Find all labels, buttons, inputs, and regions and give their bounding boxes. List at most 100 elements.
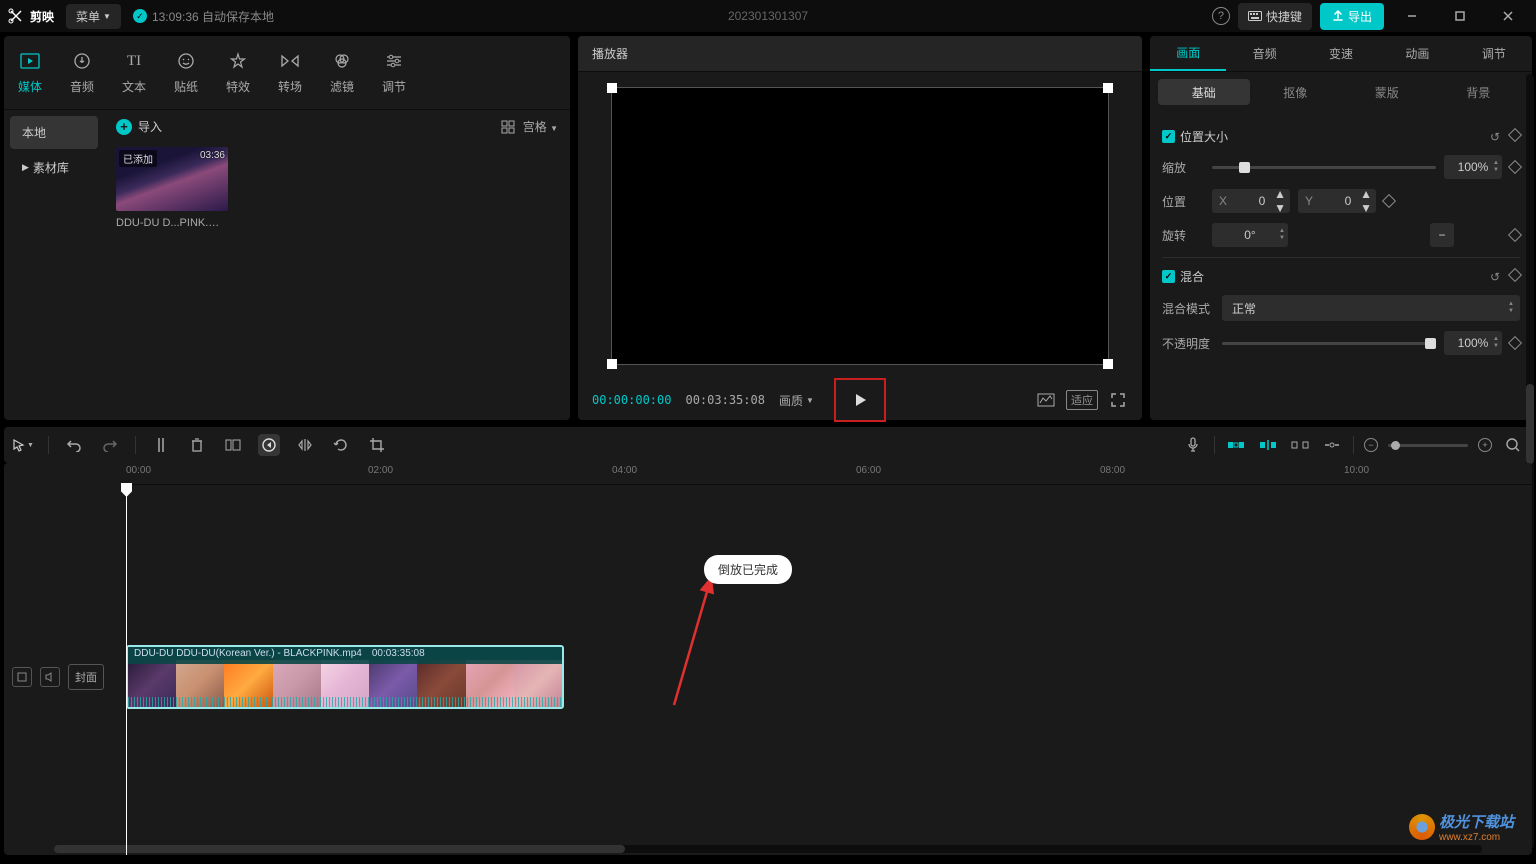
media-sidebar: 本地 ▶素材库: [4, 110, 104, 420]
sidebar-item-local[interactable]: 本地: [10, 116, 98, 149]
clip-name: DDU-DU DDU-DU(Korean Ver.) - BLACKPINK.m…: [134, 648, 362, 663]
zoom-fit-button[interactable]: [1502, 434, 1524, 456]
tab-transition[interactable]: 转场: [264, 36, 316, 109]
timeline-ruler[interactable]: 00:00 02:00 04:00 06:00 08:00 10:00: [124, 463, 1532, 485]
tab-adjust[interactable]: 调节: [368, 36, 420, 109]
minimize-button[interactable]: [1392, 2, 1432, 30]
flip-button[interactable]: −: [1430, 223, 1454, 247]
media-panel: 媒体 音频 TI文本 贴纸 特效 转场 滤镜 调节 本地 ▶素材库 + 导入: [4, 36, 570, 420]
mic-icon[interactable]: [1182, 434, 1204, 456]
tab-filter[interactable]: 滤镜: [316, 36, 368, 109]
tab-sticker[interactable]: 贴纸: [160, 36, 212, 109]
blend-mode-select[interactable]: 正常▲▼: [1222, 295, 1520, 321]
tab-picture[interactable]: 画面: [1150, 36, 1226, 71]
zoom-in-button[interactable]: +: [1478, 438, 1492, 452]
plus-icon: +: [116, 119, 132, 135]
subtab-mask[interactable]: 蒙版: [1341, 79, 1433, 105]
upload-icon: [1332, 10, 1344, 22]
pos-x-input[interactable]: X0▲▼: [1212, 189, 1290, 213]
resize-handle[interactable]: [1103, 83, 1113, 93]
media-clip-item[interactable]: 已添加 03:36 DDU-DU D...PINK.mp4: [116, 147, 228, 229]
zoom-slider[interactable]: [1388, 444, 1468, 447]
properties-panel: 画面 音频 变速 动画 调节 基础 抠像 蒙版 背景 ✓位置大小 ↺ 缩放 10…: [1150, 36, 1532, 420]
magnet-link-icon[interactable]: [1257, 434, 1279, 456]
playhead[interactable]: [126, 485, 127, 855]
track-mute-icon[interactable]: [40, 667, 60, 687]
rotate-tool[interactable]: [330, 434, 352, 456]
project-title: 202301301307: [728, 9, 808, 23]
timeline-clip[interactable]: DDU-DU DDU-DU(Korean Ver.) - BLACKPINK.m…: [126, 645, 564, 709]
keyframe-icon[interactable]: [1508, 267, 1522, 281]
keyframe-icon[interactable]: [1382, 194, 1396, 208]
title-bar: 剪映 菜单▼ ✓ 13:09:36 自动保存本地 202301301307 ? …: [0, 0, 1536, 32]
tab-audio[interactable]: 音频: [56, 36, 108, 109]
rotation-input[interactable]: 0°▲▼: [1212, 223, 1288, 247]
scale-slider[interactable]: [1212, 166, 1436, 169]
tab-text[interactable]: TI文本: [108, 36, 160, 109]
export-button[interactable]: 导出: [1320, 3, 1384, 30]
tab-speed[interactable]: 变速: [1303, 36, 1379, 71]
scale-input[interactable]: 100%▲▼: [1444, 155, 1502, 179]
pos-y-input[interactable]: Y0▲▼: [1298, 189, 1376, 213]
resize-handle[interactable]: [607, 359, 617, 369]
subtab-bg[interactable]: 背景: [1433, 79, 1525, 105]
horizontal-scrollbar[interactable]: [54, 845, 1482, 853]
ratio-select[interactable]: 适应: [1066, 390, 1098, 410]
subtab-cutout[interactable]: 抠像: [1250, 79, 1342, 105]
fullscreen-icon[interactable]: [1108, 390, 1128, 410]
clip-waveform: [128, 697, 562, 707]
watermark-logo-icon: [1409, 814, 1435, 840]
grid-view-icon[interactable]: [501, 120, 515, 134]
maximize-button[interactable]: [1440, 2, 1480, 30]
magnet-main-icon[interactable]: [1225, 434, 1247, 456]
keyframe-icon[interactable]: [1508, 336, 1522, 350]
sidebar-item-library[interactable]: ▶素材库: [10, 151, 98, 184]
tab-media[interactable]: 媒体: [4, 36, 56, 109]
close-button[interactable]: [1488, 2, 1528, 30]
cover-button[interactable]: 封面: [68, 664, 104, 690]
undo-button[interactable]: [63, 434, 85, 456]
delete-tool[interactable]: [186, 434, 208, 456]
canvas-frame[interactable]: [611, 87, 1109, 365]
split-tool[interactable]: [150, 434, 172, 456]
opacity-slider[interactable]: [1222, 342, 1436, 345]
compare-icon[interactable]: [1036, 390, 1056, 410]
reverse-tool[interactable]: [258, 434, 280, 456]
zoom-out-button[interactable]: −: [1364, 438, 1378, 452]
sort-select[interactable]: 宫格 ▼: [523, 118, 558, 135]
resize-handle[interactable]: [607, 83, 617, 93]
mirror-tool[interactable]: [294, 434, 316, 456]
select-tool[interactable]: ▼: [12, 434, 34, 456]
track-lock-icon[interactable]: [12, 667, 32, 687]
tab-effect[interactable]: 特效: [212, 36, 264, 109]
shortcut-button[interactable]: 快捷键: [1238, 3, 1312, 30]
preview-cut-icon[interactable]: [1321, 434, 1343, 456]
check-icon: ✓: [133, 9, 147, 23]
player-viewport[interactable]: [578, 72, 1142, 380]
text-icon: TI: [127, 50, 141, 72]
reset-icon[interactable]: ↺: [1490, 130, 1500, 144]
keyframe-icon[interactable]: [1508, 127, 1522, 141]
magnet-alt-icon[interactable]: [1289, 434, 1311, 456]
subtab-basic[interactable]: 基础: [1158, 79, 1250, 105]
check-icon[interactable]: ✓: [1162, 270, 1175, 283]
keyframe-icon[interactable]: [1508, 228, 1522, 242]
app-name: 剪映: [30, 8, 54, 25]
keyframe-icon[interactable]: [1508, 160, 1522, 174]
import-button[interactable]: + 导入: [116, 118, 162, 135]
menu-button[interactable]: 菜单▼: [66, 4, 121, 29]
opacity-input[interactable]: 100%▲▼: [1444, 331, 1502, 355]
tab-adjust-prop[interactable]: 调节: [1456, 36, 1532, 71]
tracks-area[interactable]: 倒放已完成 封面 DDU-DU DDU-DU(Korean Ver.) - BL…: [4, 485, 1532, 855]
resize-handle[interactable]: [1103, 359, 1113, 369]
mode-tool[interactable]: [222, 434, 244, 456]
reset-icon[interactable]: ↺: [1490, 270, 1500, 284]
crop-tool[interactable]: [366, 434, 388, 456]
redo-button[interactable]: [99, 434, 121, 456]
quality-select[interactable]: 画质▼: [779, 392, 814, 409]
tab-anim[interactable]: 动画: [1379, 36, 1455, 71]
check-icon[interactable]: ✓: [1162, 130, 1175, 143]
tab-audio-prop[interactable]: 音频: [1226, 36, 1302, 71]
play-button[interactable]: [834, 378, 886, 422]
help-icon[interactable]: ?: [1212, 7, 1230, 25]
